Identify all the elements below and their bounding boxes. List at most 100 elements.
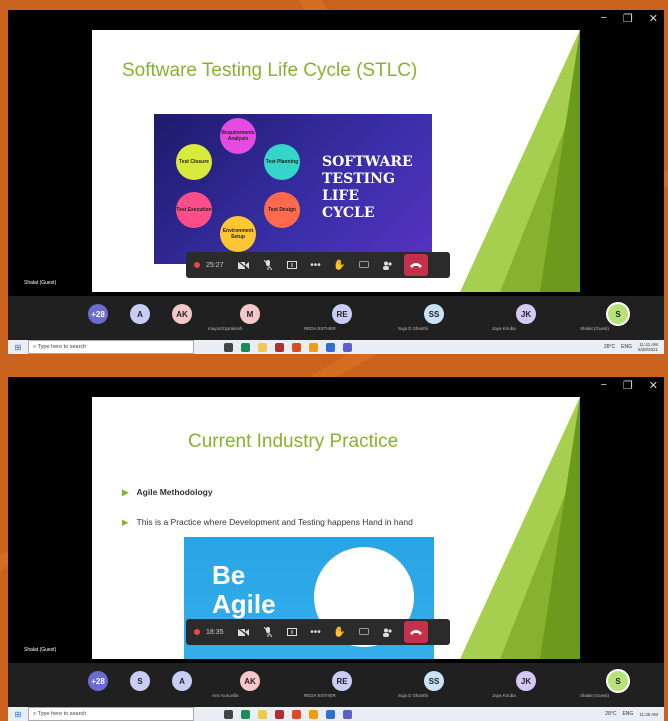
mic-off-icon <box>263 627 272 637</box>
avatar[interactable]: RE <box>332 304 352 324</box>
agile-text-line: Agile <box>212 589 276 619</box>
avatar[interactable]: SS <box>424 304 444 324</box>
more-options-button[interactable]: ••• <box>304 619 328 645</box>
teams-icon[interactable] <box>343 709 352 719</box>
people-icon <box>383 261 392 270</box>
minimize-button[interactable]: − <box>600 12 606 25</box>
phone-hangup-icon <box>409 630 422 635</box>
chat-icon <box>358 260 369 268</box>
app-icon[interactable] <box>309 709 318 719</box>
powerpoint-icon[interactable] <box>275 342 284 352</box>
raise-hand-button[interactable]: ✋ <box>328 619 352 645</box>
avatar[interactable]: M <box>240 304 260 324</box>
avatar[interactable]: AK <box>240 671 260 691</box>
taskbar-search[interactable]: ⌕ Type here to search <box>28 707 194 721</box>
meeting-toolbar: 18:35 ••• ✋ <box>186 619 450 645</box>
share-screen-button[interactable] <box>280 619 304 645</box>
mic-off-button[interactable] <box>256 619 280 645</box>
participant-name: Suja D Shanthi <box>398 693 429 698</box>
edge-icon[interactable] <box>241 342 250 352</box>
avatar[interactable]: S <box>130 671 150 691</box>
bullet-arrow-icon: ▶ <box>122 487 129 497</box>
slide-title: Current Industry Practice <box>188 431 399 452</box>
hang-up-button[interactable] <box>403 254 428 276</box>
app-icon[interactable] <box>326 709 335 719</box>
share-screen-button[interactable] <box>280 252 304 278</box>
chat-button[interactable] <box>352 252 376 278</box>
close-button[interactable]: ✕ <box>649 379 658 392</box>
system-tray: 28°C ENG 11:35 AM <box>605 711 664 717</box>
node-execution: Test Execution <box>176 192 212 228</box>
clock-date: 6/30/2021 <box>637 347 658 352</box>
window-controls: − ❐ ✕ <box>600 379 658 392</box>
office-icon[interactable] <box>292 709 301 719</box>
raise-hand-button[interactable]: ✋ <box>328 252 352 278</box>
language-text: ENG <box>621 344 632 350</box>
meeting-window-2: − ❐ ✕ Current Industry Practice ▶ Agile M… <box>8 377 664 721</box>
diagram-title: SOFTWARE TESTING LIFE CYCLE <box>322 154 413 222</box>
windows-start-icon[interactable]: ⊞ <box>8 710 28 719</box>
avatar[interactable]: RE <box>332 671 352 691</box>
close-button[interactable]: ✕ <box>649 12 658 25</box>
camera-off-icon <box>238 260 250 270</box>
camera-off-button[interactable] <box>232 619 256 645</box>
chat-button[interactable] <box>352 619 376 645</box>
avatar[interactable]: AK <box>172 304 192 324</box>
taskbar-search[interactable]: ⌕ Type here to search <box>28 340 194 354</box>
taskview-icon[interactable] <box>224 709 233 719</box>
avatar-self[interactable]: S <box>608 304 628 324</box>
taskview-icon[interactable] <box>224 342 233 352</box>
participants-button[interactable] <box>376 619 400 645</box>
participants-button[interactable] <box>376 252 400 278</box>
explorer-icon[interactable] <box>258 709 267 719</box>
recording-icon <box>194 629 200 635</box>
weather-text: 28°C <box>605 711 617 717</box>
clock[interactable]: 11:35 AM <box>639 712 658 717</box>
avatar-overflow[interactable]: +28 <box>88 304 108 324</box>
more-options-button[interactable]: ••• <box>304 252 328 278</box>
timer-text: 18:35 <box>206 628 224 636</box>
language-text: ENG <box>622 711 634 717</box>
system-tray: 28°C ENG 11:41 AM 6/30/2021 <box>604 342 664 352</box>
windows-start-icon[interactable]: ⊞ <box>8 343 28 352</box>
taskbar-apps <box>224 709 352 719</box>
avatar[interactable]: JK <box>516 304 536 324</box>
office-icon[interactable] <box>292 342 301 352</box>
avatar[interactable]: A <box>172 671 192 691</box>
agile-text-line: Be <box>212 560 246 590</box>
bullet-text: Agile Methodology <box>136 487 213 497</box>
weather-text: 28°C <box>603 344 616 350</box>
maximize-button[interactable]: ❐ <box>623 12 633 25</box>
node-design: Test Design <box>264 192 300 228</box>
clock[interactable]: 11:41 AM 6/30/2021 <box>638 342 658 352</box>
explorer-icon[interactable] <box>258 342 267 352</box>
hang-up-button[interactable] <box>403 621 428 643</box>
edge-icon[interactable] <box>241 709 250 719</box>
camera-off-button[interactable] <box>232 252 256 278</box>
bullet-item: ▶ This is a Practice where Development an… <box>122 517 413 528</box>
slide-green-decoration <box>460 30 580 292</box>
minimize-button[interactable]: − <box>600 379 606 392</box>
avatar[interactable]: A <box>130 304 150 324</box>
avatar[interactable]: JK <box>516 671 536 691</box>
timer-text: 25:27 <box>206 261 224 269</box>
participant-name: Shalat (Guest) <box>580 693 610 698</box>
avatar[interactable]: SS <box>424 671 444 691</box>
node-planning: Test Planning <box>264 144 300 180</box>
windows-taskbar: ⊞ ⌕ Type here to search 28°C ENG 11:35 A… <box>8 707 664 721</box>
avatar-overflow[interactable]: +28 <box>88 671 108 691</box>
powerpoint-icon[interactable] <box>275 709 284 719</box>
app-icon[interactable] <box>326 342 335 352</box>
participant-name: Shalat (Guest) <box>580 326 610 331</box>
participants-strip: +28 S A AK Ann Kuruvilla RE REDA ESTHER … <box>8 663 664 707</box>
avatar-self[interactable]: S <box>608 671 628 691</box>
app-icon[interactable] <box>309 342 318 352</box>
node-closure: Test Closure <box>176 144 212 180</box>
window-controls: − ❐ ✕ <box>600 12 658 25</box>
maximize-button[interactable]: ❐ <box>623 379 633 392</box>
teams-icon[interactable] <box>343 342 352 352</box>
diagram-title-line: LIFE <box>322 188 360 204</box>
mic-off-button[interactable] <box>256 252 280 278</box>
recording-icon <box>194 262 200 268</box>
meeting-timer: 25:27 <box>186 252 232 278</box>
